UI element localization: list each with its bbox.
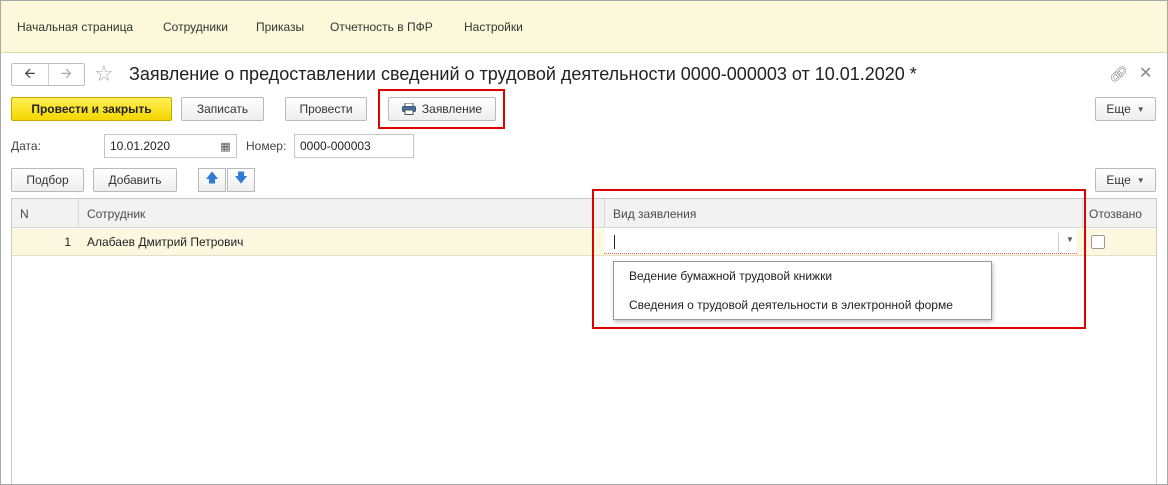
post-button[interactable]: Провести: [285, 97, 367, 121]
employees-table: N Сотрудник Вид заявления Отозвано 1 Ала…: [11, 198, 1157, 484]
page-title: Заявление о предоставлении сведений о тр…: [129, 64, 917, 84]
nav-pfr-reports[interactable]: Отчетность в ПФР: [330, 20, 433, 34]
move-up-arrow-icon[interactable]: 🡅: [198, 168, 226, 192]
dropdown-separator: [1058, 233, 1059, 252]
revoked-checkbox[interactable]: [1091, 235, 1105, 249]
nav-orders[interactable]: Приказы: [256, 20, 304, 34]
window: Начальная страница Сотрудники Приказы От…: [0, 0, 1168, 485]
more-label: Еще: [1106, 102, 1131, 116]
date-field[interactable]: 10.01.2020: [104, 134, 216, 158]
nav-employees[interactable]: Сотрудники: [163, 20, 228, 34]
column-header-employee[interactable]: Сотрудник: [79, 199, 605, 228]
dropdown-chevron-down-icon[interactable]: ▼: [1066, 235, 1074, 244]
statement-print-button[interactable]: Заявление: [388, 97, 496, 121]
statement-type-dropdown: Ведение бумажной трудовой книжки Сведени…: [613, 261, 992, 320]
column-header-n[interactable]: N: [12, 199, 79, 228]
number-label: Номер:: [246, 139, 287, 153]
calendar-icon[interactable]: ▦: [215, 134, 237, 158]
column-header-statement-type[interactable]: Вид заявления: [605, 199, 1083, 228]
nav-settings[interactable]: Настройки: [464, 20, 523, 34]
number-field[interactable]: 0000-000003: [294, 134, 414, 158]
chevron-down-icon: ▼: [1136, 175, 1145, 185]
history-nav: 🡨 🡪: [11, 63, 85, 86]
column-header-revoked[interactable]: Отозвано: [1083, 199, 1158, 228]
more-button[interactable]: Еще ▼: [1095, 97, 1156, 121]
statement-type-input[interactable]: [604, 229, 1077, 254]
dropdown-option-paper[interactable]: Ведение бумажной трудовой книжки: [629, 269, 832, 283]
move-down-arrow-icon[interactable]: 🡇: [227, 168, 255, 192]
top-navigation: Начальная страница Сотрудники Приказы От…: [1, 1, 1167, 53]
forward-arrow-icon[interactable]: 🡪: [47, 64, 85, 85]
table-header: N Сотрудник Вид заявления Отозвано: [12, 199, 1156, 228]
table-more-button[interactable]: Еще ▼: [1095, 168, 1156, 192]
text-cursor: [614, 235, 615, 249]
save-button[interactable]: Записать: [181, 97, 264, 121]
back-arrow-icon[interactable]: 🡨: [12, 64, 48, 85]
dropdown-option-electronic[interactable]: Сведения о трудовой деятельности в элект…: [629, 298, 953, 312]
statement-print-label: Заявление: [421, 102, 483, 116]
add-button[interactable]: Добавить: [93, 168, 177, 192]
row-employee[interactable]: Алабаев Дмитрий Петрович: [79, 229, 605, 256]
row-number: 1: [64, 235, 71, 249]
close-icon[interactable]: ✕: [1139, 63, 1152, 83]
table-more-label: Еще: [1106, 173, 1131, 187]
post-and-close-button[interactable]: Провести и закрыть: [11, 97, 172, 121]
link-icon[interactable]: 🔗︎: [1109, 65, 1128, 83]
favorite-star-icon[interactable]: ☆: [94, 61, 114, 87]
chevron-down-icon: ▼: [1136, 104, 1145, 114]
select-button[interactable]: Подбор: [11, 168, 84, 192]
printer-icon: [401, 103, 416, 115]
nav-home[interactable]: Начальная страница: [17, 20, 133, 34]
date-label: Дата:: [11, 139, 41, 153]
